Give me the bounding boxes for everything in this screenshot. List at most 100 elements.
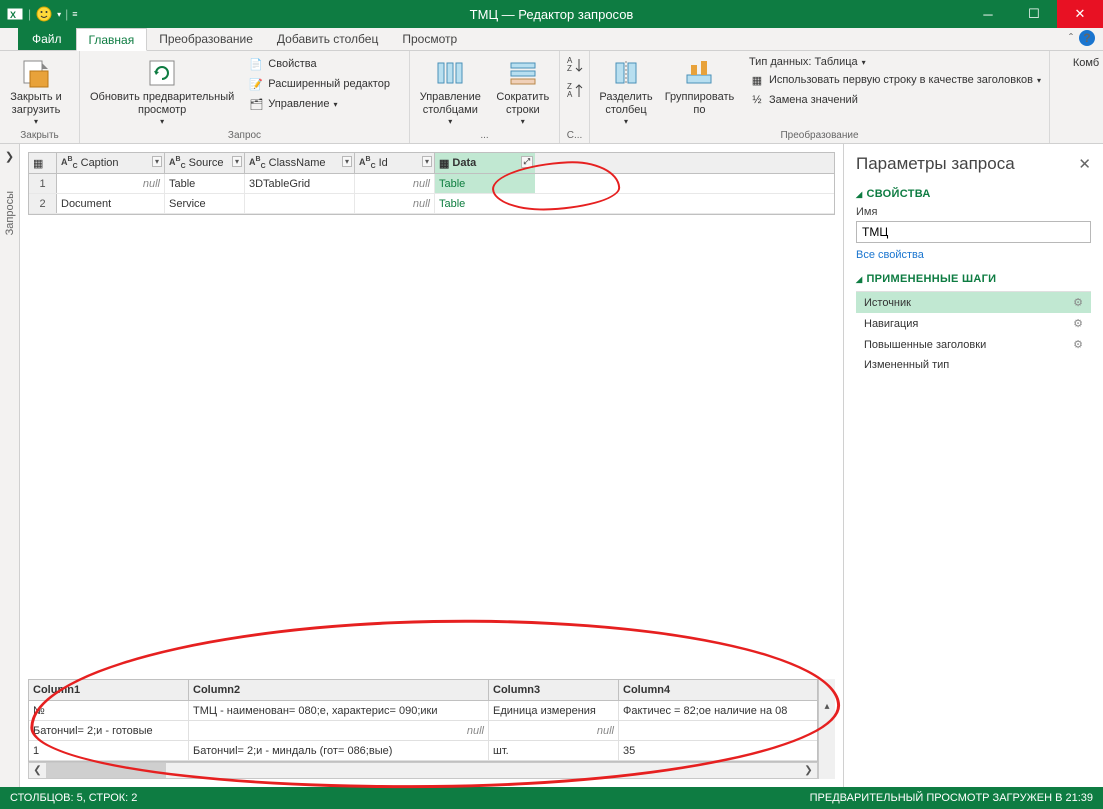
col-data[interactable]: ▦Data⤢ [435,153,535,173]
all-properties-link[interactable]: Все свойства [856,249,1091,261]
tab-home[interactable]: Главная [76,28,148,51]
datatype-label: Тип данных: Таблица [749,56,858,68]
first-row-headers-button[interactable]: ▦Использовать первую строку в качестве з… [747,71,1043,89]
cell[interactable]: ТМЦ - наименован= 080;е, характерис= 090… [189,701,489,720]
cell[interactable]: шт. [489,741,619,760]
col-id[interactable]: ABCId▾ [355,153,435,173]
cell[interactable]: null [57,174,165,193]
sort-asc-button[interactable]: AZ [565,55,585,75]
col-id-label: Id [379,157,388,169]
col-dropdown-icon[interactable]: ▾ [232,156,242,167]
col-expand-icon[interactable]: ⤢ [521,156,533,168]
refresh-preview-button[interactable]: Обновить предварительный просмотр ▾ [86,55,238,129]
cell[interactable]: Service [165,194,245,213]
row-number[interactable]: 2 [29,194,57,213]
sort-desc-button[interactable]: ZA [565,81,585,101]
cell[interactable]: Батончиl= 2;и - миндаль (гот= 086;вые) [189,741,489,760]
reduce-rows-button[interactable]: Сократить строки ▾ [493,55,553,129]
cell[interactable]: Батончиl= 2;и - готовые [29,721,189,740]
col2-1[interactable]: Column1 [29,680,189,700]
col2-4[interactable]: Column4 [619,680,817,700]
step-navigation[interactable]: Навигация ⚙ [856,313,1091,334]
col-caption[interactable]: ABCCaption▾ [57,153,165,173]
cell[interactable]: null [189,721,489,740]
step-changed-type[interactable]: Измененный тип [856,355,1091,375]
cell[interactable]: № [29,701,189,720]
gear-icon[interactable]: ⚙ [1073,317,1083,330]
manage-columns-button[interactable]: Управление столбцами ▾ [416,55,485,129]
combine-button[interactable]: Комб [1056,55,1103,72]
row-header-corner[interactable]: ▦ [29,153,57,173]
row-number[interactable]: 1 [29,174,57,193]
col-source[interactable]: ABCSource▾ [165,153,245,173]
datatype-button[interactable]: Тип данных: Таблица ▾ [747,55,1043,69]
col-dropdown-icon[interactable]: ▾ [342,156,352,167]
smiley-icon[interactable] [35,5,53,23]
horizontal-scrollbar[interactable]: ❮ ❯ [28,762,818,779]
adv-editor-label: Расширенный редактор [268,78,390,90]
qat-dropdown-icon[interactable]: ▾ [57,10,61,19]
step-promoted-headers[interactable]: Повышенные заголовки⚙ [856,334,1091,355]
qat-divider: | [65,7,68,21]
cell[interactable]: Единица измерения [489,701,619,720]
step-source[interactable]: Источник⚙ [856,292,1091,313]
cell-table-link[interactable]: Table [435,194,535,213]
tab-add-column[interactable]: Добавить столбец [265,27,390,50]
col2-3[interactable]: Column3 [489,680,619,700]
preview-grid[interactable]: ▦ ABCCaption▾ ABCSource▾ ABCClassName▾ A… [28,152,835,215]
cell[interactable] [245,194,355,213]
group-by-label: Группировать по [665,91,735,117]
cell[interactable]: null [355,174,435,193]
scroll-thumb[interactable] [46,763,166,778]
qat-overflow-icon[interactable]: ≡ [72,9,77,19]
collapse-icon[interactable]: ◢ [856,190,862,199]
step-label: Навигация [864,318,918,330]
properties-button[interactable]: 📄Свойства [246,55,392,73]
col-dropdown-icon[interactable]: ▾ [152,156,162,167]
query-name-input[interactable] [856,221,1091,243]
gear-icon[interactable]: ⚙ [1073,296,1083,309]
cell[interactable]: 35 [619,741,817,760]
cell[interactable]: 1 [29,741,189,760]
minimize-button[interactable]: ─ [965,0,1011,28]
collapse-ribbon-icon[interactable]: ˆ [1069,31,1073,45]
cell[interactable]: Фактичес = 82;ое наличие на 08 [619,701,817,720]
properties-icon: 📄 [248,56,264,72]
split-column-button[interactable]: Разделить столбец ▾ [596,55,656,129]
cell-table-link[interactable]: Table [435,174,535,193]
tab-transform[interactable]: Преобразование [147,27,265,50]
expand-rail-icon[interactable]: ❯ [5,150,14,163]
manage-columns-label: Управление столбцами [420,91,481,117]
detail-grid[interactable]: Column1 Column2 Column3 Column4 № ТМЦ - … [28,679,818,762]
cell[interactable]: 3DTableGrid [245,174,355,193]
queries-rail[interactable]: ❯ Запросы [0,144,20,787]
col-dropdown-icon[interactable]: ▾ [422,156,432,167]
col-classname[interactable]: ABCClassName▾ [245,153,355,173]
maximize-button[interactable]: ☐ [1011,0,1057,28]
cell[interactable]: null [355,194,435,213]
replace-values-button[interactable]: ½Замена значений [747,91,1043,109]
tab-view[interactable]: Просмотр [390,27,469,50]
scroll-up-icon[interactable]: ▴ [824,701,829,712]
cell[interactable]: null [489,721,619,740]
cell[interactable] [619,721,817,740]
collapse-icon[interactable]: ◢ [856,275,862,284]
cell[interactable]: Document [57,194,165,213]
scroll-left-icon[interactable]: ❮ [29,765,46,776]
quick-access-toolbar: X | ▾ | ≡ [0,5,78,23]
first-row-label: Использовать первую строку в качестве за… [769,74,1033,86]
col2-2[interactable]: Column2 [189,680,489,700]
manage-button[interactable]: 🗂Управление ▾ [246,95,392,113]
advanced-editor-button[interactable]: 📝Расширенный редактор [246,75,392,93]
cell[interactable]: Table [165,174,245,193]
panel-close-icon[interactable]: ✕ [1078,155,1091,173]
scroll-right-icon[interactable]: ❯ [800,765,817,776]
help-icon[interactable]: ? [1079,30,1095,46]
file-tab[interactable]: Файл [18,27,76,50]
gear-icon[interactable]: ⚙ [1073,338,1083,351]
vertical-scrollbar[interactable]: ▴ [818,679,835,779]
close-button[interactable]: ✕ [1057,0,1103,28]
status-bar: СТОЛБЦОВ: 5, СТРОК: 2 ПРЕДВАРИТЕЛЬНЫЙ ПР… [0,787,1103,809]
close-and-load-button[interactable]: Закрыть и загрузить ▾ [6,55,66,129]
group-by-button[interactable]: Группировать по [664,55,735,119]
